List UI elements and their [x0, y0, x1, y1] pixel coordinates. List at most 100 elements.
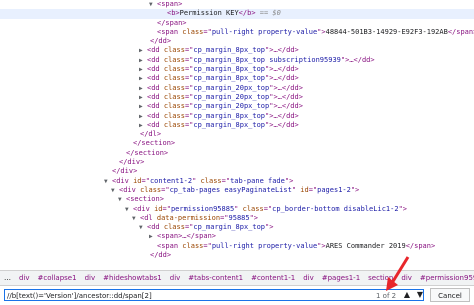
dom-node-line[interactable]: </dd> [0, 37, 474, 46]
collapsed-arrow-icon[interactable]: ▶ [139, 102, 143, 111]
code-token: 48844-501B3-14929-E92F3-192AB [325, 27, 448, 36]
dom-node-line[interactable]: ▼ <span> [0, 0, 474, 9]
dom-node-line[interactable]: ▼ <dd class="cp_margin_8px_top"> [0, 223, 474, 232]
dom-node-line[interactable]: ▶ <dd class="cp_margin_8px_top">…</dd> [0, 65, 474, 74]
dom-node-line[interactable]: ▼ <div id="content1-2" class="tab-pane fa… [0, 177, 474, 186]
code-token: <dd [147, 102, 164, 111]
code-token: cp_margin_8px_top [193, 120, 266, 129]
collapsed-arrow-icon[interactable]: ▶ [139, 93, 143, 102]
xpath-search-input[interactable]: //b[text()='Version']/ancestor::dd/span[… [4, 289, 424, 301]
collapsed-arrow-icon[interactable]: ▶ [139, 56, 143, 65]
code-token: =" [203, 27, 212, 36]
dom-node-line[interactable]: <b>Permission KEY</b> == $0 [0, 9, 474, 19]
collapsed-arrow-icon[interactable]: ▶ [149, 232, 153, 241]
code-token: == $0 [255, 9, 281, 18]
dom-node-line[interactable]: ▼ <dl data-permission="95885"> [0, 214, 474, 223]
dom-node-line[interactable]: </section> [0, 139, 474, 148]
dom-node-line[interactable]: </dl> [0, 130, 474, 139]
dom-node-line[interactable]: ▶ <dd class="cp_margin_8px_top subscripti… [0, 56, 474, 65]
code-token: <dd [147, 55, 164, 64]
code-token: =" [161, 185, 170, 194]
collapsed-arrow-icon[interactable]: ▶ [139, 84, 143, 93]
expand-arrow-icon[interactable]: ▼ [149, 0, 153, 9]
dom-node-line[interactable]: ▼ <div id="permission95885" class="cp_bor… [0, 205, 474, 214]
dom-node-line[interactable]: ▶ <span>…</span> [0, 232, 474, 241]
dom-node-line[interactable]: ▶ <dd class="cp_margin_20px_top">…</dd> [0, 84, 474, 93]
expand-arrow-icon[interactable]: ▼ [104, 177, 108, 186]
collapsed-arrow-icon[interactable]: ▶ [139, 121, 143, 130]
code-token: Permission KEY [179, 9, 239, 18]
expand-arrow-icon[interactable]: ▼ [118, 195, 122, 204]
chevron-down-icon[interactable]: ▼ [414, 289, 426, 301]
code-token: cp_margin_8px_top [193, 223, 266, 232]
collapsed-arrow-icon[interactable]: ▶ [139, 46, 143, 55]
code-token: class [242, 204, 264, 213]
code-token: cp_border-bottom disableLic1-2 [272, 204, 399, 213]
dom-node-line[interactable]: </span> [0, 19, 474, 28]
dom-node-line[interactable]: <span class="pull-right property-value">… [0, 242, 474, 251]
dom-node-line[interactable]: </section> [0, 149, 474, 158]
code-token: content1-2 [149, 176, 193, 185]
dom-node-line[interactable]: ▶ <dd class="cp_margin_8px_top">…</dd> [0, 74, 474, 83]
code-token: <dd [147, 223, 164, 232]
collapsed-arrow-icon[interactable]: ▶ [139, 112, 143, 121]
code-token: =" [221, 176, 231, 185]
breadcrumb-item[interactable]: #pages1-1 [318, 274, 364, 282]
dom-node-line[interactable]: ▶ <dd class="cp_margin_8px_top">…</dd> [0, 121, 474, 130]
expand-arrow-icon[interactable]: ▼ [139, 223, 143, 232]
code-token: <dd [147, 92, 164, 101]
code-token: </section> [133, 139, 176, 148]
dom-node-line[interactable]: ▶ <dd class="cp_margin_20px_top">…</dd> [0, 102, 474, 111]
code-token: <span [157, 241, 183, 250]
code-token: class [182, 27, 204, 36]
code-token: cp_margin_20px_top [193, 92, 270, 101]
code-token: class [163, 120, 185, 129]
code-token: </div> [119, 158, 145, 167]
code-token: ">…</dd> [265, 120, 299, 129]
code-token: ">…</dd> [265, 65, 299, 74]
dom-node-line[interactable]: <span class="pull-right property-value">… [0, 28, 474, 37]
code-token: <section> [126, 195, 164, 204]
dom-node-line[interactable]: ▶ <dd class="cp_margin_8px_top">…</dd> [0, 46, 474, 55]
breadcrumb-item[interactable]: div [299, 274, 318, 282]
code-token: pull-right property-value [211, 241, 318, 250]
breadcrumb-item[interactable]: div [166, 274, 185, 282]
code-token: <dd [147, 46, 164, 55]
code-token: ">…</dd> [269, 92, 303, 101]
breadcrumb-item[interactable]: #hideshowtabs1 [99, 274, 166, 282]
code-token: " [192, 176, 201, 185]
code-token: cp_margin_20px_top [193, 102, 270, 111]
dom-node-line[interactable]: ▼ <div class="cp_tab-pages easyPaginateLi… [0, 186, 474, 195]
dom-node-line[interactable]: ▶ <dd class="cp_margin_8px_top">…</dd> [0, 112, 474, 121]
cancel-button[interactable]: Cancel [430, 288, 470, 302]
code-token: ">…</dd> [269, 83, 303, 92]
code-token: data-permission [156, 213, 221, 222]
dom-node-line[interactable]: ▼ <section> [0, 195, 474, 204]
code-token: ">…</dd> [340, 55, 375, 64]
expand-arrow-icon[interactable]: ▼ [132, 214, 136, 223]
collapsed-arrow-icon[interactable]: ▶ [139, 65, 143, 74]
code-token: <div [119, 185, 141, 194]
collapsed-arrow-icon[interactable]: ▶ [139, 74, 143, 83]
code-token: "> [350, 185, 360, 194]
breadcrumb-item[interactable]: div [15, 274, 34, 282]
code-token: class [163, 46, 185, 55]
code-token: id [300, 185, 309, 194]
code-token: class [163, 92, 185, 101]
dom-node-line[interactable]: </div> [0, 158, 474, 167]
expand-arrow-icon[interactable]: ▼ [125, 205, 129, 214]
breadcrumb-item[interactable]: #collapse1 [34, 274, 81, 282]
breadcrumb-item[interactable]: #tabs-content1 [184, 274, 247, 282]
breadcrumb-item[interactable]: #content1-1 [247, 274, 299, 282]
code-token: class [163, 102, 185, 111]
expand-arrow-icon[interactable]: ▼ [111, 186, 115, 195]
breadcrumb-item[interactable]: … [0, 274, 15, 282]
dom-node-line[interactable]: ▶ <dd class="cp_margin_20px_top">…</dd> [0, 93, 474, 102]
code-token: cp_margin_8px_top [193, 46, 266, 55]
dom-node-line[interactable]: </div> [0, 167, 474, 176]
breadcrumb-item[interactable]: #permission959 [416, 274, 474, 282]
breadcrumb-item[interactable]: div [81, 274, 100, 282]
code-token: ">…</dd> [269, 102, 303, 111]
code-token: </b> [238, 9, 256, 18]
code-token: "> [398, 204, 407, 213]
